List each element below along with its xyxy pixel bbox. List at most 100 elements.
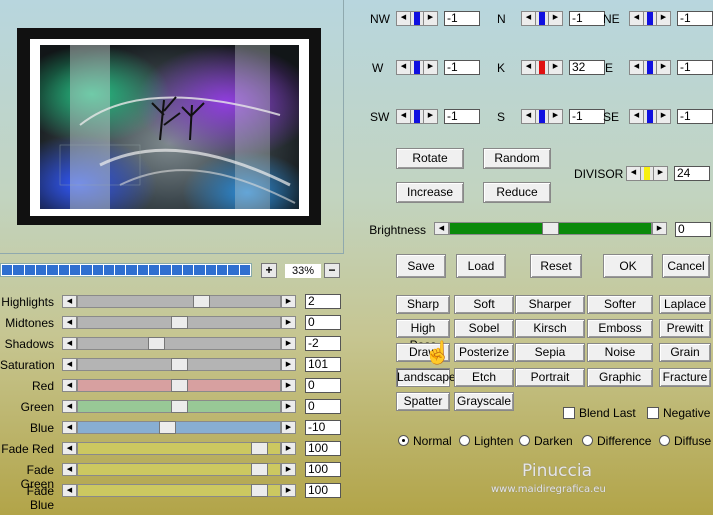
left-arrow-icon[interactable]: ◀ [521, 60, 536, 75]
blue-track[interactable] [77, 421, 281, 434]
fade-green-value[interactable]: 100 [305, 462, 341, 477]
preset-graphic-button[interactable]: Graphic [587, 368, 653, 387]
left-arrow-icon[interactable]: ◀ [629, 109, 644, 124]
ok-button[interactable]: OK [603, 254, 653, 278]
preset-grain-button[interactable]: Grain [659, 343, 711, 362]
left-arrow-icon[interactable]: ◀ [521, 11, 536, 26]
right-arrow-icon[interactable]: ▶ [653, 166, 668, 181]
right-arrow-icon[interactable]: ▶ [281, 316, 296, 329]
green-thumb[interactable] [170, 400, 188, 413]
preset-landscape-button[interactable]: Landscape [396, 368, 456, 387]
left-arrow-icon[interactable]: ◀ [626, 166, 641, 181]
dir-w-value[interactable]: -1 [444, 60, 480, 75]
left-arrow-icon[interactable]: ◀ [62, 295, 77, 308]
preset-emboss-button[interactable]: Emboss [587, 319, 653, 338]
right-arrow-icon[interactable]: ▶ [548, 11, 563, 26]
shadows-value[interactable]: -2 [305, 336, 341, 351]
left-arrow-icon[interactable]: ◀ [62, 442, 77, 455]
right-arrow-icon[interactable]: ▶ [656, 109, 671, 124]
mode-difference-radio[interactable] [582, 435, 593, 446]
right-arrow-icon[interactable]: ▶ [281, 379, 296, 392]
dir-ne-value[interactable]: -1 [677, 11, 713, 26]
dir-ne-thumb[interactable] [647, 12, 653, 25]
dir-sw-thumb[interactable] [414, 110, 420, 123]
mode-diffuse-radio[interactable] [659, 435, 670, 446]
divisor-thumb[interactable] [644, 167, 650, 180]
preset-high-pass-button[interactable]: High Pass [396, 319, 450, 352]
reduce-button[interactable]: Reduce [483, 182, 551, 203]
negative-checkbox[interactable] [647, 407, 659, 419]
right-arrow-icon[interactable]: ▶ [656, 11, 671, 26]
cancel-button[interactable]: Cancel [662, 254, 710, 278]
blend-last-checkbox[interactable] [563, 407, 575, 419]
dir-se-thumb[interactable] [647, 110, 653, 123]
dir-s-value[interactable]: -1 [569, 109, 605, 124]
left-arrow-icon[interactable]: ◀ [62, 337, 77, 350]
right-arrow-icon[interactable]: ▶ [656, 60, 671, 75]
preset-grayscale-button[interactable]: Grayscale [454, 392, 514, 411]
divisor-slider[interactable]: ◀ ▶ [626, 166, 668, 181]
left-arrow-icon[interactable]: ◀ [396, 109, 411, 124]
red-value[interactable]: 0 [305, 378, 341, 393]
dir-k-slider[interactable]: ◀ ▶ [521, 60, 563, 75]
right-arrow-icon[interactable]: ▶ [652, 222, 667, 235]
dir-sw-slider[interactable]: ◀ ▶ [396, 109, 438, 124]
preset-kirsch-button[interactable]: Kirsch [515, 319, 585, 338]
preset-prewitt-button[interactable]: Prewitt [659, 319, 711, 338]
saturation-thumb[interactable] [170, 358, 188, 371]
dir-nw-value[interactable]: -1 [444, 11, 480, 26]
mode-darken-radio[interactable] [519, 435, 530, 446]
left-arrow-icon[interactable]: ◀ [62, 400, 77, 413]
left-arrow-icon[interactable]: ◀ [434, 222, 449, 235]
right-arrow-icon[interactable]: ▶ [281, 358, 296, 371]
preset-sharper-button[interactable]: Sharper [515, 295, 585, 314]
saturation-value[interactable]: 101 [305, 357, 341, 372]
mode-lighten-radio[interactable] [459, 435, 470, 446]
preset-soft-button[interactable]: Soft [454, 295, 514, 314]
divisor-value[interactable]: 24 [674, 166, 710, 181]
dir-n-thumb[interactable] [539, 12, 545, 25]
dir-se-value[interactable]: -1 [677, 109, 713, 124]
preset-etch-button[interactable]: Etch [454, 368, 514, 387]
left-arrow-icon[interactable]: ◀ [396, 11, 411, 26]
dir-w-slider[interactable]: ◀ ▶ [396, 60, 438, 75]
left-arrow-icon[interactable]: ◀ [62, 316, 77, 329]
right-arrow-icon[interactable]: ▶ [548, 109, 563, 124]
dir-n-slider[interactable]: ◀ ▶ [521, 11, 563, 26]
left-arrow-icon[interactable]: ◀ [629, 60, 644, 75]
left-arrow-icon[interactable]: ◀ [62, 358, 77, 371]
dir-sw-value[interactable]: -1 [444, 109, 480, 124]
dir-n-value[interactable]: -1 [569, 11, 605, 26]
left-arrow-icon[interactable]: ◀ [62, 379, 77, 392]
random-button[interactable]: Random [483, 148, 551, 169]
fade-green-thumb[interactable] [250, 463, 268, 476]
blue-thumb[interactable] [159, 421, 177, 434]
mode-normal-radio[interactable] [398, 435, 409, 446]
dir-se-slider[interactable]: ◀ ▶ [629, 109, 671, 124]
right-arrow-icon[interactable]: ▶ [281, 421, 296, 434]
preset-portrait-button[interactable]: Portrait [515, 368, 585, 387]
save-button[interactable]: Save [396, 254, 446, 278]
dir-w-thumb[interactable] [414, 61, 420, 74]
right-arrow-icon[interactable]: ▶ [423, 109, 438, 124]
left-arrow-icon[interactable]: ◀ [62, 484, 77, 497]
load-button[interactable]: Load [456, 254, 506, 278]
fade-red-thumb[interactable] [250, 442, 268, 455]
dir-nw-thumb[interactable] [414, 12, 420, 25]
blue-value[interactable]: -10 [305, 420, 341, 435]
dir-s-slider[interactable]: ◀ ▶ [521, 109, 563, 124]
preset-spatter-button[interactable]: Spatter [396, 392, 450, 411]
highlights-thumb[interactable] [192, 295, 210, 308]
fade-blue-value[interactable]: 100 [305, 483, 341, 498]
dir-e-slider[interactable]: ◀ ▶ [629, 60, 671, 75]
increase-button[interactable]: Increase [396, 182, 464, 203]
dir-s-thumb[interactable] [539, 110, 545, 123]
dir-ne-slider[interactable]: ◀ ▶ [629, 11, 671, 26]
red-thumb[interactable] [170, 379, 188, 392]
midtones-value[interactable]: 0 [305, 315, 341, 330]
zoom-progress-bar[interactable] [0, 263, 252, 277]
preset-sobel-button[interactable]: Sobel [454, 319, 514, 338]
left-arrow-icon[interactable]: ◀ [62, 421, 77, 434]
highlights-track[interactable] [77, 295, 281, 308]
fade-blue-thumb[interactable] [250, 484, 268, 497]
